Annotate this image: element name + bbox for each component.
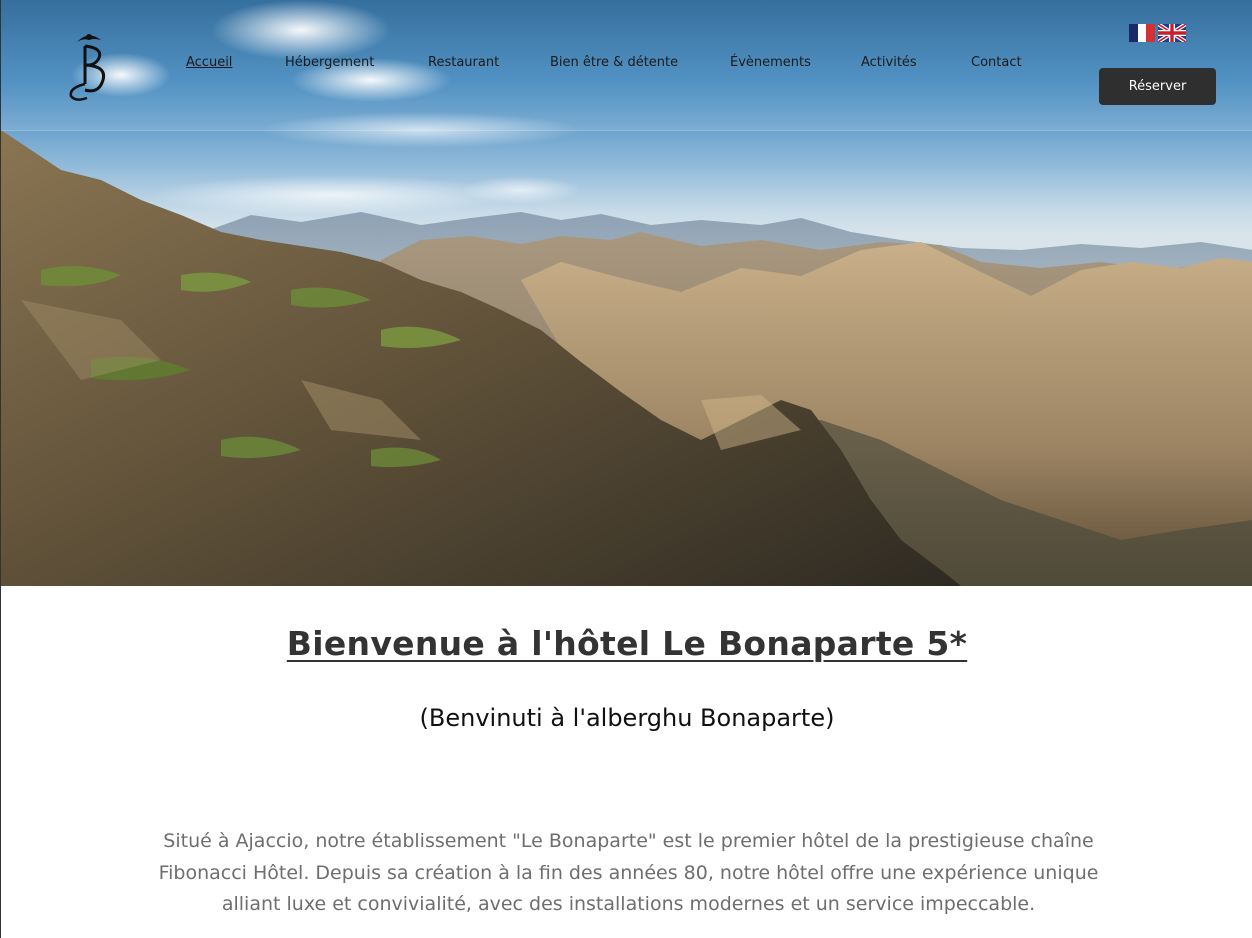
welcome-title: Bienvenue à l'hôtel Le Bonaparte 5* (286, 624, 968, 663)
nav-item-restaurant[interactable]: Restaurant (428, 55, 499, 70)
welcome-subtitle: (Benvinuti à l'alberghu Bonaparte) (419, 704, 835, 732)
nav-item-evenements[interactable]: Évènements (730, 55, 811, 70)
french-flag-icon[interactable] (1129, 24, 1155, 42)
intro-paragraph: Situé à Ajaccio, notre établissement "Le… (158, 830, 1099, 915)
nav-item-accueil[interactable]: Accueil (186, 55, 232, 70)
bonaparte-b-logo-icon (69, 34, 106, 101)
nav-item-activites[interactable]: Activités (861, 55, 917, 70)
uk-flag-icon[interactable] (1158, 24, 1186, 42)
nav-item-hebergement[interactable]: Hébergement (285, 55, 374, 70)
reserve-button[interactable]: Réserver (1099, 68, 1216, 105)
hero-banner (1, 0, 1252, 586)
nav-item-bien-etre[interactable]: Bien être & détente (550, 55, 678, 70)
hotel-logo[interactable] (63, 28, 113, 102)
nav-item-contact[interactable]: Contact (971, 55, 1022, 70)
